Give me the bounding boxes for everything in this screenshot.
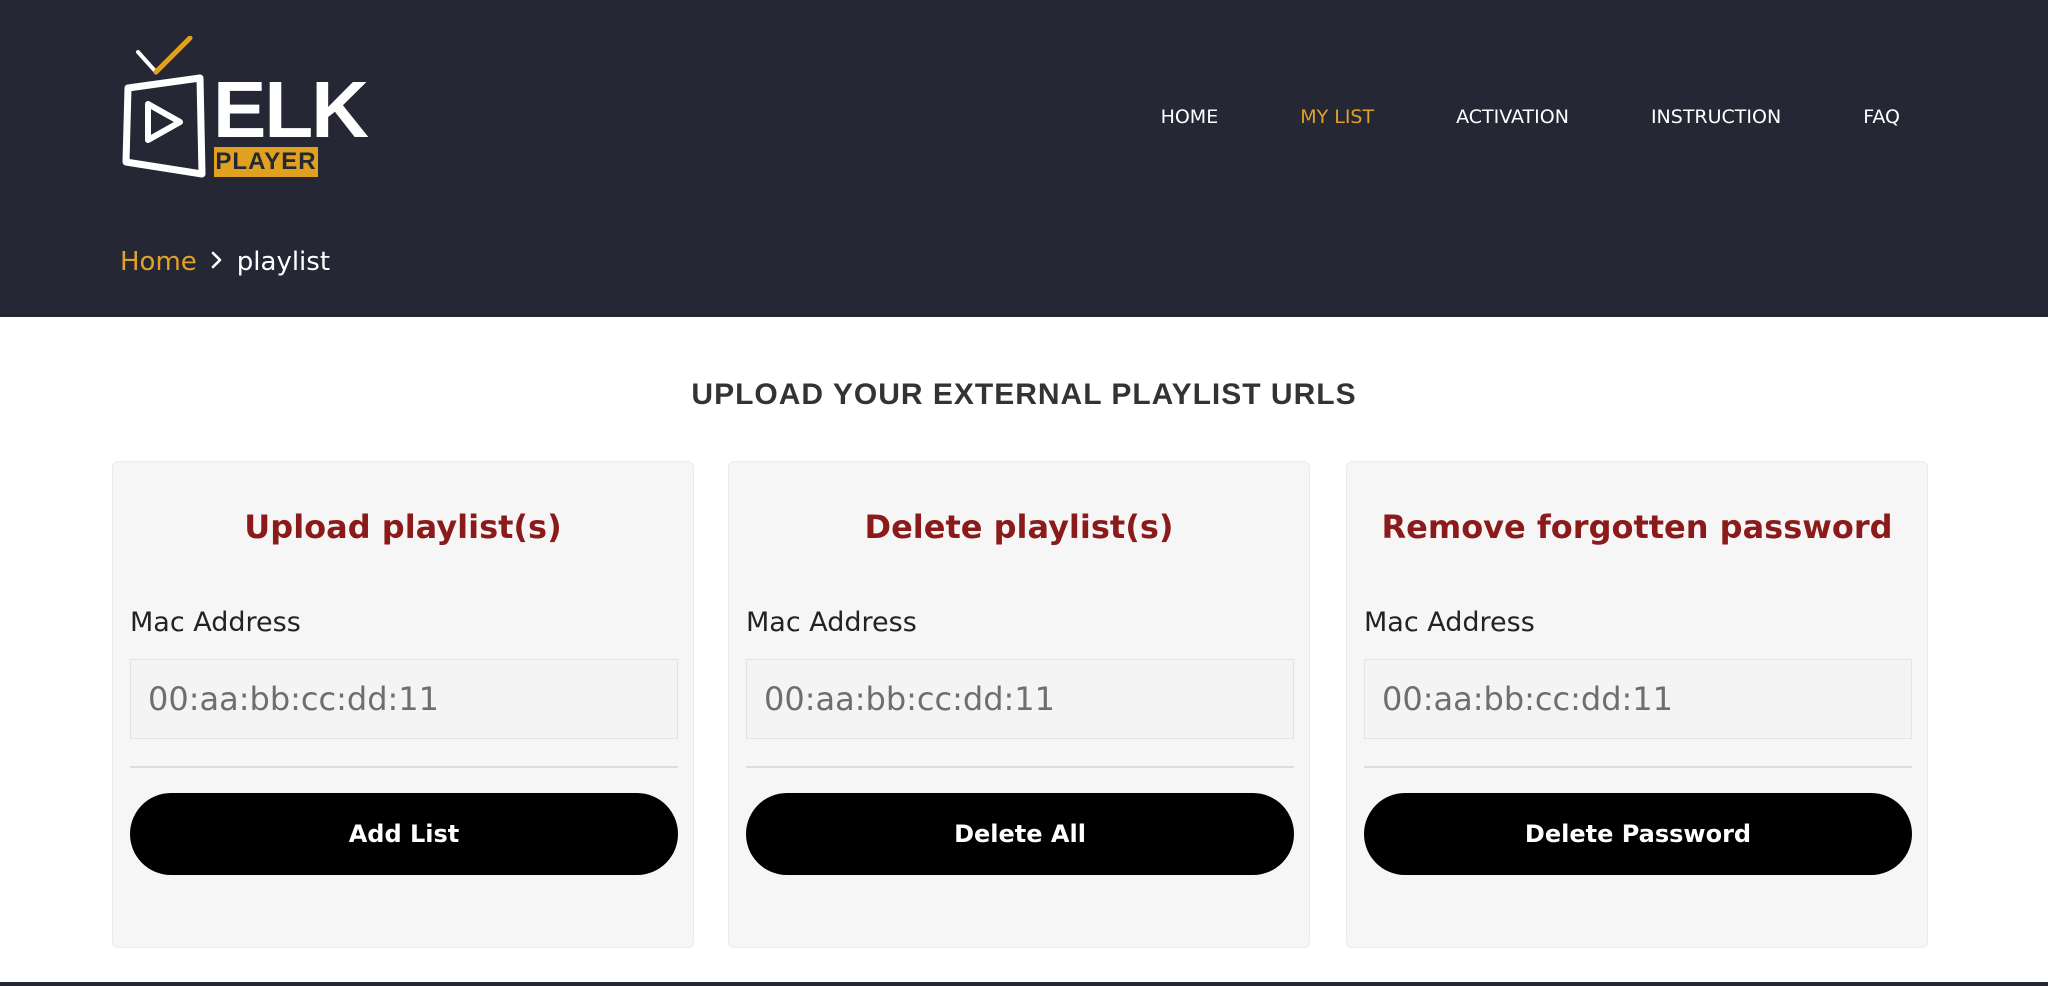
divider xyxy=(746,766,1294,768)
nav-faq[interactable]: FAQ xyxy=(1863,106,1900,128)
nav-activation[interactable]: ACTIVATION xyxy=(1456,106,1569,128)
nav-my-list[interactable]: MY LIST xyxy=(1300,106,1374,128)
logo-wordmark: ELK xyxy=(213,65,369,154)
divider xyxy=(1364,766,1912,768)
elk-player-logo[interactable]: ELK PLAYER xyxy=(120,36,369,186)
mac-address-input[interactable] xyxy=(1364,659,1912,739)
mac-address-input[interactable] xyxy=(746,659,1294,739)
breadcrumb-home-link[interactable]: Home xyxy=(120,247,197,277)
footer-edge xyxy=(0,982,2048,986)
site-header: ELK PLAYER HOME MY LIST ACTIVATION INSTR… xyxy=(0,0,2048,317)
mac-address-label: Mac Address xyxy=(130,607,301,638)
logo-subtitle-badge: PLAYER xyxy=(214,147,318,177)
page-title: UPLOAD YOUR EXTERNAL PLAYLIST URLS xyxy=(691,378,1357,411)
add-list-button[interactable]: Add List xyxy=(130,793,678,875)
delete-password-button[interactable]: Delete Password xyxy=(1364,793,1912,875)
remove-password-card: Remove forgotten password Mac Address De… xyxy=(1346,461,1928,948)
nav-home[interactable]: HOME xyxy=(1161,106,1219,128)
card-title: Upload playlist(s) xyxy=(244,508,562,546)
breadcrumb: Home playlist xyxy=(120,247,330,277)
card-title: Delete playlist(s) xyxy=(864,508,1174,546)
mac-address-label: Mac Address xyxy=(746,607,917,638)
delete-all-button[interactable]: Delete All xyxy=(746,793,1294,875)
card-title: Remove forgotten password xyxy=(1381,508,1893,546)
mac-address-label: Mac Address xyxy=(1364,607,1535,638)
upload-playlist-card: Upload playlist(s) Mac Address Add List xyxy=(112,461,694,948)
nav-instruction[interactable]: INSTRUCTION xyxy=(1651,106,1781,128)
main-nav: HOME MY LIST ACTIVATION INSTRUCTION FAQ xyxy=(1079,106,1900,128)
delete-playlist-card: Delete playlist(s) Mac Address Delete Al… xyxy=(728,461,1310,948)
divider xyxy=(130,766,678,768)
mac-address-input[interactable] xyxy=(130,659,678,739)
breadcrumb-current: playlist xyxy=(236,247,331,277)
chevron-right-icon xyxy=(211,250,223,275)
